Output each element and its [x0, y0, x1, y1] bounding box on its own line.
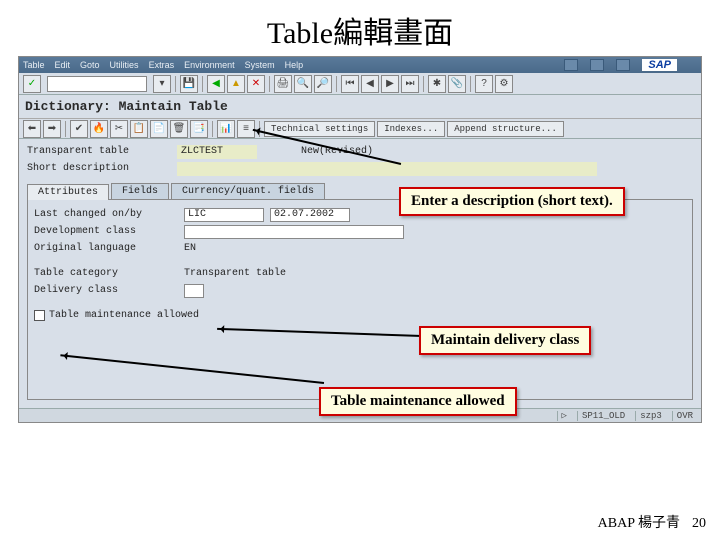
table-category-label: Table category — [34, 268, 184, 279]
menu-extras[interactable]: Extras — [149, 60, 175, 70]
slide-footer: ABAP 楊子青 — [598, 512, 680, 532]
short-desc-input[interactable] — [177, 162, 597, 176]
short-desc-label: Short description — [27, 163, 177, 174]
window-close-icon[interactable] — [616, 59, 630, 71]
menu-environment[interactable]: Environment — [184, 60, 235, 70]
graphic-icon[interactable]: 📊 — [217, 120, 235, 138]
last-changed-label: Last changed on/by — [34, 209, 184, 220]
tab-fields[interactable]: Fields — [111, 183, 169, 199]
dev-class-input[interactable] — [184, 225, 404, 239]
activate-icon[interactable]: 🔥 — [90, 120, 108, 138]
append-structure-button[interactable]: Append structure... — [447, 121, 564, 137]
command-field[interactable] — [47, 76, 147, 92]
callout-table-maint: Table maintenance allowed — [319, 387, 517, 416]
back-icon[interactable]: ◀ — [207, 75, 225, 93]
menu-system[interactable]: System — [245, 60, 275, 70]
standard-toolbar: ✓ ▾ 💾 ◀ ▲ ✕ 🖨 🔍 🔎 ⏮ ◀ ▶ ⏭ ✱ 📎 ? ⚙ — [19, 73, 701, 95]
orig-lang-label: Original language — [34, 243, 184, 254]
callout-delivery-class: Maintain delivery class — [419, 326, 591, 355]
check-icon[interactable]: ✔ — [70, 120, 88, 138]
window-max-icon[interactable] — [590, 59, 604, 71]
first-page-icon[interactable]: ⏮ — [341, 75, 359, 93]
orig-lang-value: EN — [184, 243, 196, 254]
callout-short-desc: Enter a description (short text). — [399, 187, 625, 216]
enter-icon[interactable]: ✓ — [23, 75, 41, 93]
find-icon[interactable]: 🔍 — [294, 75, 312, 93]
table-name-value: ZLCTEST — [177, 145, 257, 159]
last-changed-by-input[interactable]: LIC — [184, 208, 264, 222]
tab-attributes[interactable]: Attributes — [27, 184, 109, 200]
delivery-class-label: Delivery class — [34, 285, 184, 296]
print-icon[interactable]: 🖨 — [274, 75, 292, 93]
indexes-button[interactable]: Indexes... — [377, 121, 445, 137]
other-icon[interactable]: 📑 — [190, 120, 208, 138]
screen-title: Dictionary: Maintain Table — [19, 95, 701, 119]
help-icon[interactable]: ? — [475, 75, 493, 93]
nav-fwd-icon[interactable]: ➡ — [43, 120, 61, 138]
prev-page-icon[interactable]: ◀ — [361, 75, 379, 93]
table-type-label: Transparent table — [27, 146, 177, 157]
status-system: SP11_OLD — [577, 411, 629, 421]
technical-settings-button[interactable]: Technical settings — [264, 121, 375, 137]
table-category-value: Transparent table — [184, 268, 286, 279]
status-client: szp3 — [635, 411, 666, 421]
slide-page-number: 20 — [692, 516, 706, 532]
last-page-icon[interactable]: ⏭ — [401, 75, 419, 93]
window-min-icon[interactable] — [564, 59, 578, 71]
menu-help[interactable]: Help — [285, 60, 304, 70]
cut-icon[interactable]: ✂ — [110, 120, 128, 138]
paste-icon[interactable]: 📄 — [150, 120, 168, 138]
slide-title: Table編輯畫面 — [0, 0, 720, 56]
next-page-icon[interactable]: ▶ — [381, 75, 399, 93]
dev-class-label: Development class — [34, 226, 184, 237]
menu-goto[interactable]: Goto — [80, 60, 100, 70]
copy-icon[interactable]: 📋 — [130, 120, 148, 138]
cancel-icon[interactable]: ✕ — [247, 75, 265, 93]
nav-back-icon[interactable]: ⬅ — [23, 120, 41, 138]
status-tray-icon[interactable]: ▷ — [557, 411, 571, 421]
delete-icon[interactable]: 🗑 — [170, 120, 188, 138]
status-mode: OVR — [672, 411, 697, 421]
exit-icon[interactable]: ▲ — [227, 75, 245, 93]
save-icon[interactable]: 💾 — [180, 75, 198, 93]
menu-table[interactable]: Table — [23, 60, 45, 70]
menubar: Table Edit Goto Utilities Extras Environ… — [19, 57, 701, 73]
shortcut-icon[interactable]: 📎 — [448, 75, 466, 93]
tab-currency-quant[interactable]: Currency/quant. fields — [171, 183, 325, 199]
new-session-icon[interactable]: ✱ — [428, 75, 446, 93]
last-changed-on-input[interactable]: 02.07.2002 — [270, 208, 350, 222]
delivery-class-input[interactable] — [184, 284, 204, 298]
content-area: Transparent table ZLCTEST New(Revised) S… — [19, 139, 701, 408]
sap-logo: SAP — [642, 59, 677, 71]
find-next-icon[interactable]: 🔎 — [314, 75, 332, 93]
menu-utilities[interactable]: Utilities — [110, 60, 139, 70]
menu-edit[interactable]: Edit — [55, 60, 71, 70]
layout-icon[interactable]: ⚙ — [495, 75, 513, 93]
tab-panel-attributes: Last changed on/by LIC 02.07.2002 Develo… — [27, 200, 693, 400]
sap-window: Table Edit Goto Utilities Extras Environ… — [18, 56, 702, 423]
table-maint-checkbox[interactable] — [34, 310, 45, 321]
table-maint-label: Table maintenance allowed — [49, 310, 199, 321]
application-toolbar: ⬅ ➡ ✔ 🔥 ✂ 📋 📄 🗑 📑 📊 ≡ Technical settings… — [19, 119, 701, 139]
dropdown-icon[interactable]: ▾ — [153, 75, 171, 93]
